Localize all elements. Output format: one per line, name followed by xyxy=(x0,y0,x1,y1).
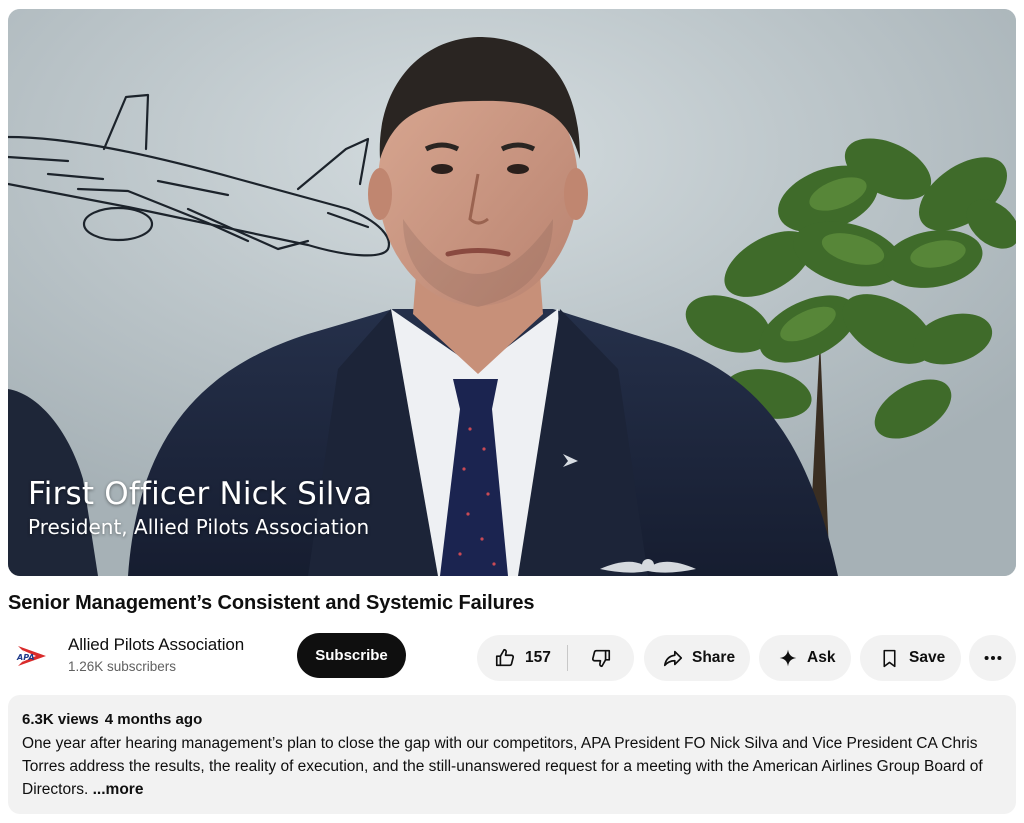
save-button[interactable]: Save xyxy=(860,635,961,681)
channel-name[interactable]: Allied Pilots Association xyxy=(68,635,244,655)
share-button[interactable]: Share xyxy=(644,635,750,681)
lower-third-role: President, Allied Pilots Association xyxy=(28,515,370,539)
channel-avatar[interactable]: APA xyxy=(12,636,52,676)
view-count: 6.3K views xyxy=(22,711,99,728)
description-body: One year after hearing management’s plan… xyxy=(22,735,983,798)
ask-label: Ask xyxy=(807,649,836,666)
like-count: 157 xyxy=(525,649,551,666)
video-player[interactable]: First Officer Nick Silva President, Alli… xyxy=(8,9,1016,576)
more-actions-button[interactable] xyxy=(969,635,1016,681)
video-lower-third: First Officer Nick Silva President, Alli… xyxy=(28,475,372,541)
description-meta: 6.3K views 4 months ago xyxy=(22,710,1002,730)
dislike-button[interactable] xyxy=(568,635,634,681)
like-dislike-group: 157 xyxy=(477,635,634,681)
thumbs-down-icon xyxy=(591,649,611,668)
thumbs-up-icon xyxy=(495,648,515,667)
video-title: Senior Management’s Consistent and Syste… xyxy=(8,592,535,614)
like-button[interactable]: 157 xyxy=(477,635,567,681)
bookmark-icon xyxy=(883,649,896,667)
more-horizontal-icon xyxy=(984,655,1001,661)
description-box[interactable]: 6.3K views 4 months ago One year after he… xyxy=(8,695,1016,814)
ask-button[interactable]: Ask xyxy=(759,635,851,681)
sparkle-icon xyxy=(779,649,797,667)
share-arrow-icon xyxy=(663,650,683,667)
subscriber-count: 1.26K subscribers xyxy=(68,659,177,674)
description-more-link[interactable]: ...more xyxy=(93,781,144,798)
lower-third-name: First Officer Nick Silva xyxy=(28,476,373,512)
share-label: Share xyxy=(692,649,736,666)
save-label: Save xyxy=(909,649,946,666)
upload-age: 4 months ago xyxy=(104,711,203,728)
apa-logo-icon: APA xyxy=(16,646,46,666)
description-text: One year after hearing management’s plan… xyxy=(22,732,1002,801)
subscribe-button[interactable]: Subscribe xyxy=(297,633,406,678)
apa-logo-text: APA xyxy=(16,653,35,662)
